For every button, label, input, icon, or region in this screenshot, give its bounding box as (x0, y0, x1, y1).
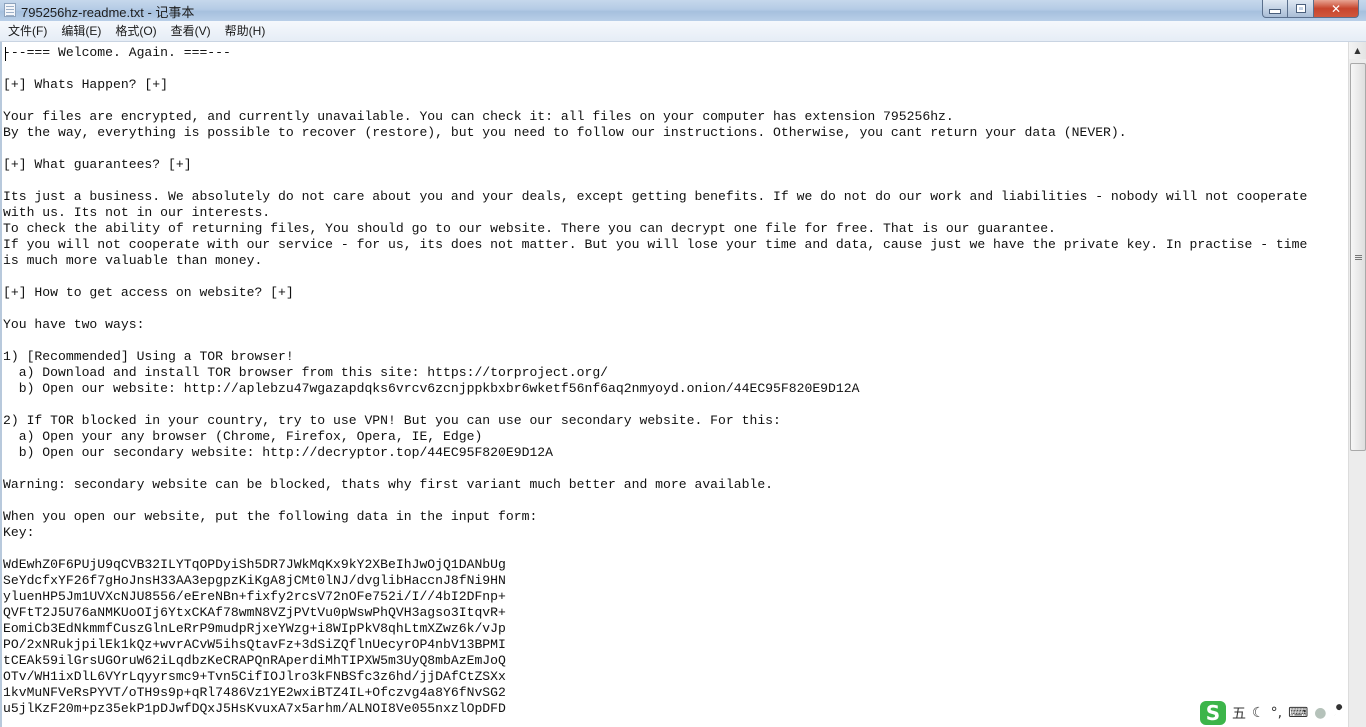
close-icon: ✕ (1330, 1, 1342, 16)
text-line: tCEAk59ilGrsUGOruW62iLqdbzKeCRAPQnRAperd… (3, 653, 506, 668)
keyboard-icon[interactable]: ⌨ (1288, 705, 1308, 721)
text-line: a) Download and install TOR browser from… (3, 365, 609, 380)
moon-icon[interactable]: ☾ (1252, 705, 1265, 721)
text-line: ---=== Welcome. Again. ===--- (3, 45, 231, 60)
arrow-up-icon: ▲ (1354, 46, 1361, 55)
text-line: WdEwhZ0F6PUjU9qCVB32ILYTqOPDyiSh5DR7JWkM… (3, 557, 506, 572)
text-line: [+] Whats Happen? [+] (3, 77, 169, 92)
menu-edit[interactable]: 编辑(E) (55, 21, 107, 41)
scroll-thumb[interactable] (1350, 63, 1366, 451)
text-line: 1) [Recommended] Using a TOR browser! (3, 349, 294, 364)
text-line: Warning: secondary website can be blocke… (3, 477, 774, 492)
title-bar: 795256hz-readme.txt - 记事本 ✕ (0, 0, 1366, 21)
text-line: Its just a business. We absolutely do no… (3, 189, 1308, 204)
scroll-up-button[interactable]: ▲ (1349, 42, 1366, 59)
text-line: 2) If TOR blocked in your country, try t… (3, 413, 781, 428)
window-controls: ✕ (1262, 0, 1359, 18)
restore-button[interactable] (1288, 0, 1314, 18)
sogou-logo-icon[interactable]: S (1200, 700, 1226, 725)
text-line: b) Open our website: http://aplebzu47wga… (3, 381, 860, 396)
text-line: Your files are encrypted, and currently … (3, 109, 954, 124)
vertical-scrollbar[interactable]: ▲ (1348, 42, 1366, 727)
user-icon[interactable]: ● (1314, 705, 1326, 721)
text-line: a) Open your any browser (Chrome, Firefo… (3, 429, 483, 444)
text-line: To check the ability of returning files,… (3, 221, 1056, 236)
text-line: If you will not cooperate with our servi… (3, 237, 1308, 252)
menu-view[interactable]: 查看(V) (165, 21, 217, 41)
menu-help[interactable]: 帮助(H) (219, 21, 272, 41)
menu-format[interactable]: 格式(O) (109, 21, 162, 41)
grip-icon (1354, 254, 1362, 256)
notepad-icon (4, 3, 16, 17)
text-line: with us. Its not in our interests. (3, 205, 271, 220)
text-line: You have two ways: (3, 317, 145, 332)
menu-file[interactable]: 文件(F) (2, 21, 53, 41)
menu-bar: 文件(F) 编辑(E) 格式(O) 查看(V) 帮助(H) (0, 21, 1366, 42)
text-caret (5, 47, 6, 61)
text-line: PO/2xNRukjpilEk1kQz+wvrACvW5ihsQtavFz+3d… (3, 637, 506, 652)
text-line: QVFtT2J5U76aNMKUoOIj6YtxCKAf78wmN8VZjPVt… (3, 605, 506, 620)
wrench-icon[interactable] (1332, 703, 1346, 722)
close-button[interactable]: ✕ (1314, 0, 1359, 18)
text-line: b) Open our secondary website: http://de… (3, 445, 554, 460)
text-line: When you open our website, put the follo… (3, 509, 538, 524)
text-line: [+] How to get access on website? [+] (3, 285, 294, 300)
restore-icon (1295, 4, 1306, 13)
text-line: Key: (3, 525, 35, 540)
input-mode-button[interactable]: 五 (1232, 703, 1246, 723)
ime-toolbar: S 五 ☾ °, ⌨ ● (1200, 698, 1348, 727)
minimize-button[interactable] (1262, 0, 1288, 18)
text-line: SeYdcfxYF26f7gHoJnsH33AA3epgpzKiKgA8jCMt… (3, 573, 506, 588)
text-editor[interactable]: ---=== Welcome. Again. ===--- [+] Whats … (0, 42, 1348, 727)
text-line: yluenHP5Jm1UVXcNJU8556/eEreNBn+fixfy2rcs… (3, 589, 506, 604)
text-line: 1kvMuNFVeRsPYVT/oTH9s9p+qRl7486Vz1YE2wxi… (3, 685, 506, 700)
window-title: 795256hz-readme.txt - 记事本 (21, 5, 195, 20)
text-line: OTv/WH1ixDlL6VYrLqyyrsmc9+Tvn5CifIOJlro3… (3, 669, 506, 684)
minimize-icon (1269, 9, 1281, 14)
document-text[interactable]: ---=== Welcome. Again. ===--- [+] Whats … (2, 42, 1348, 717)
text-line: u5jlKzF20m+pz35ekP1pDJwfDQxJ5HsKvuxA7x5a… (3, 701, 506, 716)
punctuation-icon[interactable]: °, (1271, 705, 1282, 721)
text-line: By the way, everything is possible to re… (3, 125, 1127, 140)
text-line: [+] What guarantees? [+] (3, 157, 192, 172)
text-line: is much more valuable than money. (3, 253, 263, 268)
text-line: EomiCb3EdNkmmfCuszGlnLeRrP9mudpRjxeYWzg+… (3, 621, 506, 636)
